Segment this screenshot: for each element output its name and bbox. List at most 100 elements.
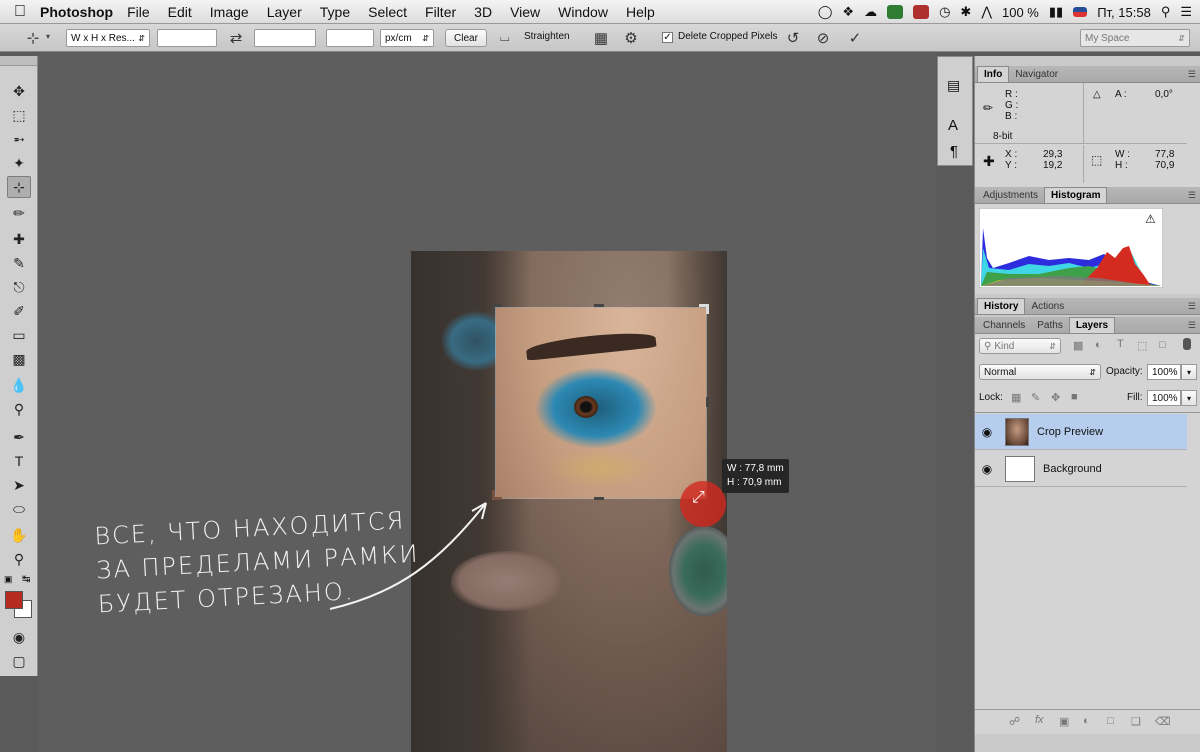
battery-icon[interactable]: ▮▮ (1049, 4, 1063, 20)
crop-handle-bottom[interactable] (594, 497, 604, 500)
ratio-preset-select[interactable]: W x H x Res... ⇵ (66, 29, 150, 47)
filter-shape-icon[interactable]: ⬚ (1137, 339, 1147, 352)
blend-mode-select[interactable]: Normal ⇵ (979, 364, 1101, 380)
tab-info[interactable]: Info (977, 66, 1010, 82)
straighten-label[interactable]: Straighten (524, 31, 570, 42)
filter-adjustment-icon[interactable]: ◐ (1095, 339, 1102, 351)
type-tool-icon[interactable]: T (7, 450, 31, 472)
menu-file[interactable]: File (127, 4, 150, 20)
tab-actions[interactable]: Actions (1025, 299, 1070, 314)
crop-tool-preset-icon[interactable]: ⊹ (22, 27, 44, 49)
layer-row-crop-preview[interactable]: ◉ Crop Preview (975, 414, 1187, 450)
preset-dropdown-arrow-icon[interactable]: ▾ (46, 32, 50, 41)
filter-type-icon[interactable]: T (1117, 338, 1124, 350)
hand-tool-icon[interactable]: ✋ (7, 524, 31, 546)
bluetooth-icon[interactable]: ✱ (960, 4, 971, 20)
menu-edit[interactable]: Edit (168, 4, 192, 20)
quick-mask-icon[interactable]: ◉ (7, 626, 31, 648)
blur-tool-icon[interactable]: 💧 (7, 374, 31, 396)
dropbox-icon[interactable]: ❖ (842, 4, 854, 20)
panel-menu-icon[interactable]: ☰ (1188, 69, 1196, 80)
new-adjustment-icon[interactable]: ◐ (1083, 715, 1090, 727)
eyedropper-tool-icon[interactable]: ✏ (7, 202, 31, 224)
cancel-icon[interactable]: ⊘ (812, 27, 834, 49)
commit-check-icon[interactable]: ✓ (844, 27, 866, 49)
menu-filter[interactable]: Filter (425, 4, 456, 20)
grid-overlay-icon[interactable]: ▦ (590, 27, 612, 49)
straighten-icon[interactable]: ⌴ (500, 30, 510, 45)
crop-handle-right[interactable] (706, 397, 709, 407)
gradient-tool-icon[interactable]: ▩ (7, 348, 31, 370)
tab-histogram[interactable]: Histogram (1044, 187, 1108, 203)
ellipse-tool-icon[interactable]: ⬭ (7, 498, 31, 520)
spotlight-icon[interactable]: ⚲ (1161, 4, 1171, 20)
path-selection-tool-icon[interactable]: ➤ (7, 474, 31, 496)
clear-button[interactable]: Clear (445, 29, 487, 47)
tab-history[interactable]: History (977, 298, 1026, 314)
resolution-input[interactable] (326, 29, 374, 47)
notifications-icon[interactable]: ☰ (1180, 4, 1192, 20)
menu-type[interactable]: Type (320, 4, 350, 20)
fx-icon[interactable]: fx (1035, 714, 1044, 726)
lock-transparent-icon[interactable]: ▦ (1011, 391, 1021, 404)
pen-tool-icon[interactable]: ✒ (7, 426, 31, 448)
filter-pixel-icon[interactable]: ▩ (1073, 339, 1083, 352)
crop-handle-left[interactable] (492, 397, 495, 407)
filter-toggle-switch[interactable] (1183, 338, 1191, 350)
brush-tool-icon[interactable]: ✎ (7, 252, 31, 274)
menu-image[interactable]: Image (210, 4, 249, 20)
layer-name[interactable]: Crop Preview (1037, 426, 1103, 438)
crop-handle-top[interactable] (594, 304, 604, 307)
wifi-icon[interactable]: ⋀ (981, 4, 992, 20)
clock[interactable]: Пт, 15:58 (1097, 5, 1151, 20)
zoom-tool-icon[interactable]: ⚲ (7, 548, 31, 570)
paragraph-icon[interactable]: ¶ (950, 143, 958, 160)
reset-icon[interactable]: ↺ (782, 27, 804, 49)
panel-menu-icon[interactable]: ☰ (1188, 301, 1196, 312)
menu-view[interactable]: View (510, 4, 540, 20)
panel-menu-icon[interactable]: ☰ (1188, 190, 1196, 201)
crop-handle-tl[interactable] (492, 304, 495, 314)
tab-channels[interactable]: Channels (977, 318, 1031, 333)
tab-adjustments[interactable]: Adjustments (977, 188, 1044, 203)
eraser-tool-icon[interactable]: ▭ (7, 324, 31, 346)
healing-brush-tool-icon[interactable]: ✚ (7, 228, 31, 250)
workspace-select[interactable]: My Space ⇵ (1080, 29, 1190, 47)
history-brush-tool-icon[interactable]: ✐ (7, 300, 31, 322)
crop-tool-icon[interactable]: ⊹ (7, 176, 31, 198)
layer-name[interactable]: Background (1043, 463, 1102, 475)
delete-cropped-label[interactable]: Delete Cropped Pixels (678, 31, 778, 42)
unit-select[interactable]: px/cm ⇵ (380, 29, 434, 47)
panel-menu-icon[interactable]: ☰ (1188, 320, 1196, 331)
stamp-tool-icon[interactable]: ⎋ (7, 276, 31, 298)
delete-cropped-checkbox[interactable]: ✓ (662, 32, 673, 43)
new-layer-icon[interactable]: ❏ (1131, 715, 1141, 728)
app-status-icon[interactable] (913, 5, 930, 19)
menu-help[interactable]: Help (626, 4, 655, 20)
time-machine-icon[interactable]: ◷ (939, 4, 950, 20)
filter-smart-object-icon[interactable]: □ (1159, 339, 1166, 351)
crop-handle-tr[interactable] (706, 304, 709, 314)
tab-paths[interactable]: Paths (1031, 318, 1069, 333)
creative-cloud-icon[interactable]: ◯ (818, 4, 833, 20)
crop-box[interactable] (495, 307, 707, 499)
menu-window[interactable]: Window (558, 4, 608, 20)
swap-colors-icon[interactable]: ↹ (22, 574, 30, 585)
eye-icon[interactable]: ◉ (975, 462, 999, 476)
apple-icon[interactable]:  (0, 3, 40, 21)
menu-select[interactable]: Select (368, 4, 407, 20)
lock-brush-icon[interactable]: ✎ (1031, 391, 1040, 404)
fill-dropdown-icon[interactable]: ▾ (1181, 390, 1197, 406)
swap-icon[interactable]: ⇄ (225, 27, 247, 49)
new-group-icon[interactable]: □ (1107, 715, 1114, 727)
link-layers-icon[interactable]: ☍ (1009, 715, 1020, 728)
flag-icon[interactable] (1073, 7, 1088, 17)
lock-all-icon[interactable]: ■ (1071, 391, 1078, 403)
fill-input[interactable]: 100% (1147, 390, 1181, 406)
width-input[interactable] (157, 29, 217, 47)
menu-layer[interactable]: Layer (267, 4, 302, 20)
foreground-color-swatch[interactable] (5, 591, 23, 609)
height-input[interactable] (254, 29, 316, 47)
default-colors-icon[interactable]: ▣ (4, 574, 13, 585)
eye-icon[interactable]: ◉ (975, 425, 999, 439)
